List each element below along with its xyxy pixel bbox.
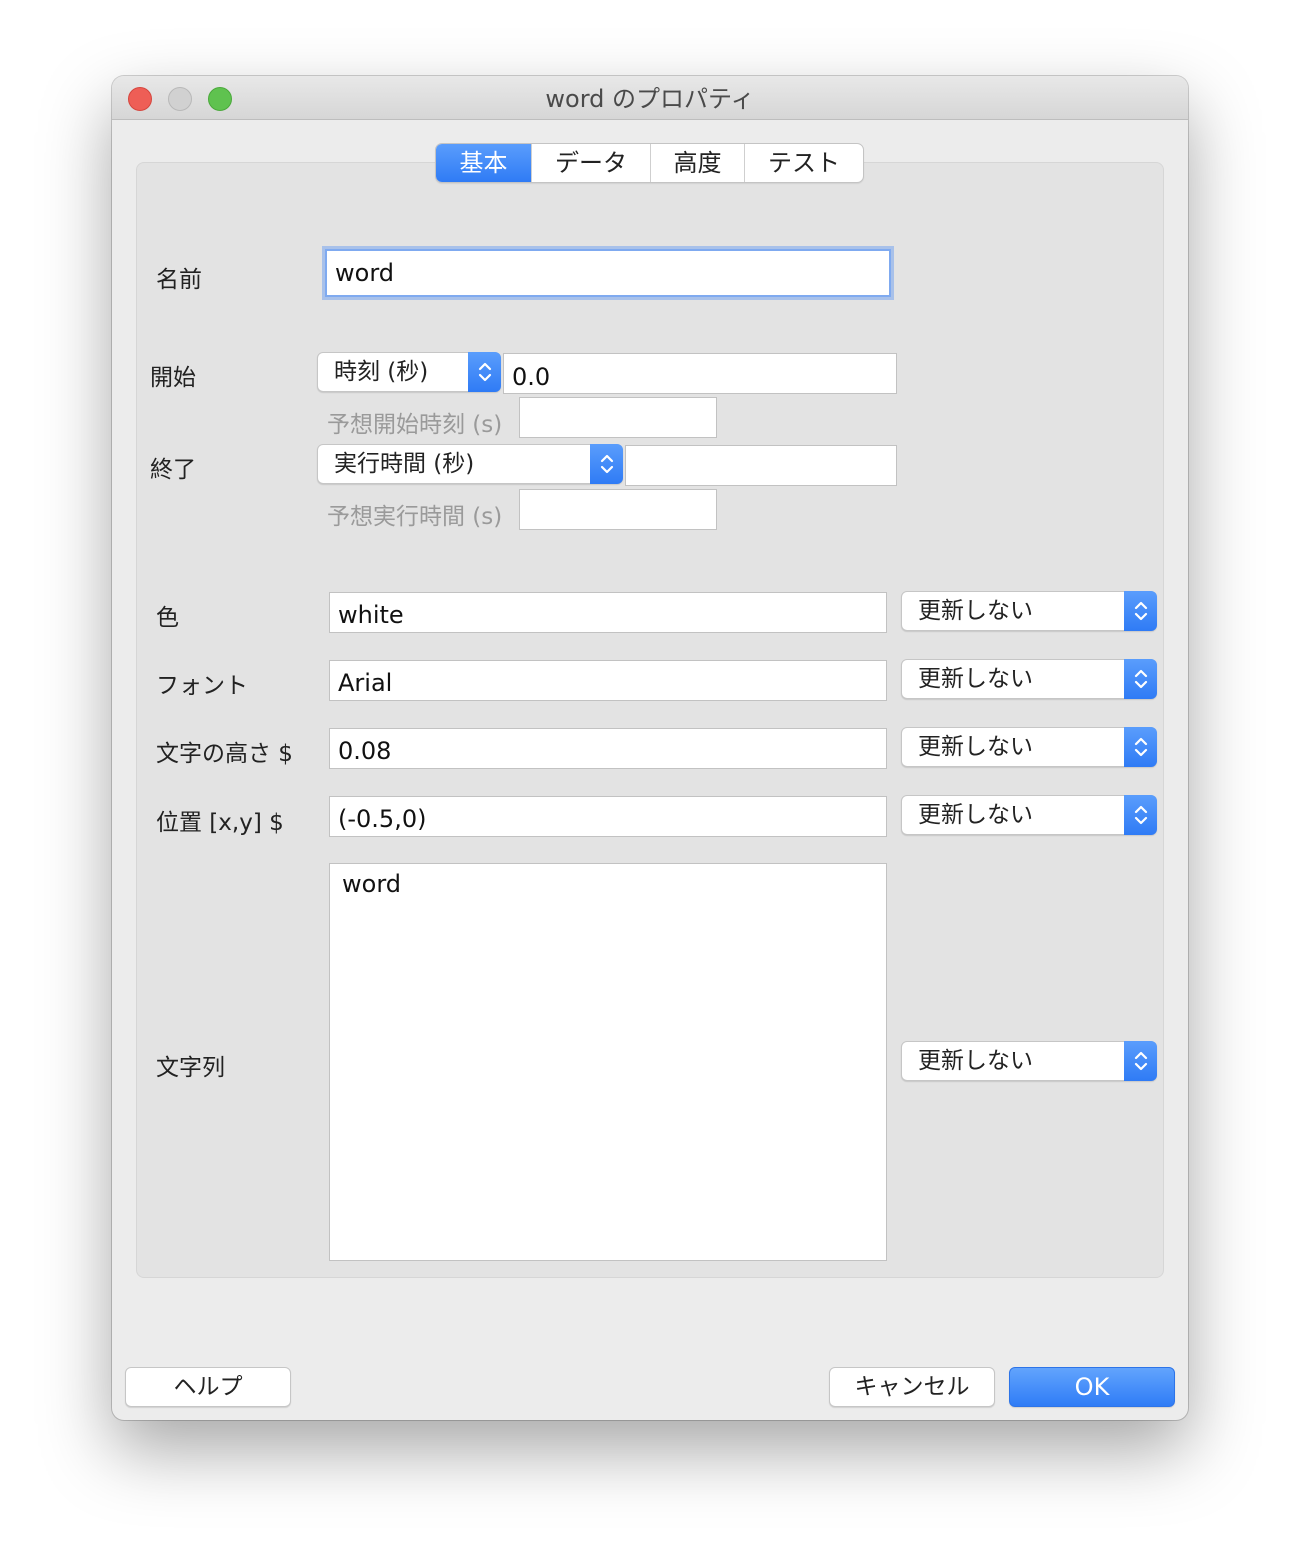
chevron-updown-icon xyxy=(1134,737,1148,757)
chevron-updown-icon xyxy=(600,454,614,474)
position-update-value: 更新しない xyxy=(918,802,1033,828)
font-label: フォント xyxy=(156,673,248,699)
position-update-select[interactable]: 更新しない xyxy=(901,795,1157,835)
text-textarea[interactable]: word xyxy=(329,863,887,1261)
color-update-stepper[interactable] xyxy=(1124,591,1157,631)
chevron-updown-icon xyxy=(478,362,492,382)
stop-type-stepper[interactable] xyxy=(590,444,623,484)
position-label: 位置 [x,y] $ xyxy=(156,810,284,836)
tab-advanced[interactable]: 高度 xyxy=(651,144,745,182)
title-bar[interactable]: word のプロパティ xyxy=(112,76,1188,120)
tab-data[interactable]: データ xyxy=(532,144,651,182)
letter-height-input[interactable]: 0.08 xyxy=(329,728,887,769)
color-label: 色 xyxy=(156,605,179,631)
cancel-button[interactable]: キャンセル xyxy=(829,1367,995,1407)
stop-value-input[interactable] xyxy=(625,445,897,486)
font-update-select[interactable]: 更新しない xyxy=(901,659,1157,699)
start-type-select[interactable]: 時刻 (秒) xyxy=(317,352,501,392)
name-input[interactable]: word xyxy=(325,249,891,297)
start-label: 開始 xyxy=(150,365,196,391)
start-type-stepper[interactable] xyxy=(468,352,501,392)
chevron-updown-icon xyxy=(1134,1051,1148,1071)
color-update-select[interactable]: 更新しない xyxy=(901,591,1157,631)
name-label: 名前 xyxy=(156,267,202,293)
letter-height-update-stepper[interactable] xyxy=(1124,727,1157,767)
stop-type-select[interactable]: 実行時間 (秒) xyxy=(317,444,623,484)
font-update-value: 更新しない xyxy=(918,666,1033,692)
chevron-updown-icon xyxy=(1134,601,1148,621)
font-update-stepper[interactable] xyxy=(1124,659,1157,699)
expected-start-input[interactable] xyxy=(519,397,717,438)
expected-duration-input[interactable] xyxy=(519,489,717,530)
text-update-select[interactable]: 更新しない xyxy=(901,1041,1157,1081)
color-update-value: 更新しない xyxy=(918,598,1033,624)
start-type-value: 時刻 (秒) xyxy=(334,359,429,385)
tab-testing[interactable]: テスト xyxy=(745,144,863,182)
ok-button[interactable]: OK xyxy=(1009,1367,1175,1407)
chevron-updown-icon xyxy=(1134,805,1148,825)
properties-dialog: word のプロパティ 基本 データ 高度 テスト 名前 word 開始 時刻 … xyxy=(112,76,1188,1420)
letter-height-update-value: 更新しない xyxy=(918,734,1033,760)
tab-bar: 基本 データ 高度 テスト xyxy=(435,143,864,183)
expected-start-label: 予想開始時刻 (s) xyxy=(327,412,503,438)
start-value-input[interactable]: 0.0 xyxy=(503,353,897,394)
text-label: 文字列 xyxy=(156,1055,225,1081)
stop-label: 終了 xyxy=(150,457,196,483)
text-update-stepper[interactable] xyxy=(1124,1041,1157,1081)
help-button[interactable]: ヘルプ xyxy=(125,1367,291,1407)
expected-duration-label: 予想実行時間 (s) xyxy=(327,504,503,530)
stop-type-value: 実行時間 (秒) xyxy=(334,451,475,477)
chevron-updown-icon xyxy=(1134,669,1148,689)
window-title: word のプロパティ xyxy=(545,85,755,113)
text-update-value: 更新しない xyxy=(918,1048,1033,1074)
position-update-stepper[interactable] xyxy=(1124,795,1157,835)
tab-basic[interactable]: 基本 xyxy=(436,144,532,182)
color-input[interactable]: white xyxy=(329,592,887,633)
font-input[interactable]: Arial xyxy=(329,660,887,701)
letter-height-update-select[interactable]: 更新しない xyxy=(901,727,1157,767)
letter-height-label: 文字の高さ $ xyxy=(156,741,293,767)
position-input[interactable]: (-0.5,0) xyxy=(329,796,887,837)
